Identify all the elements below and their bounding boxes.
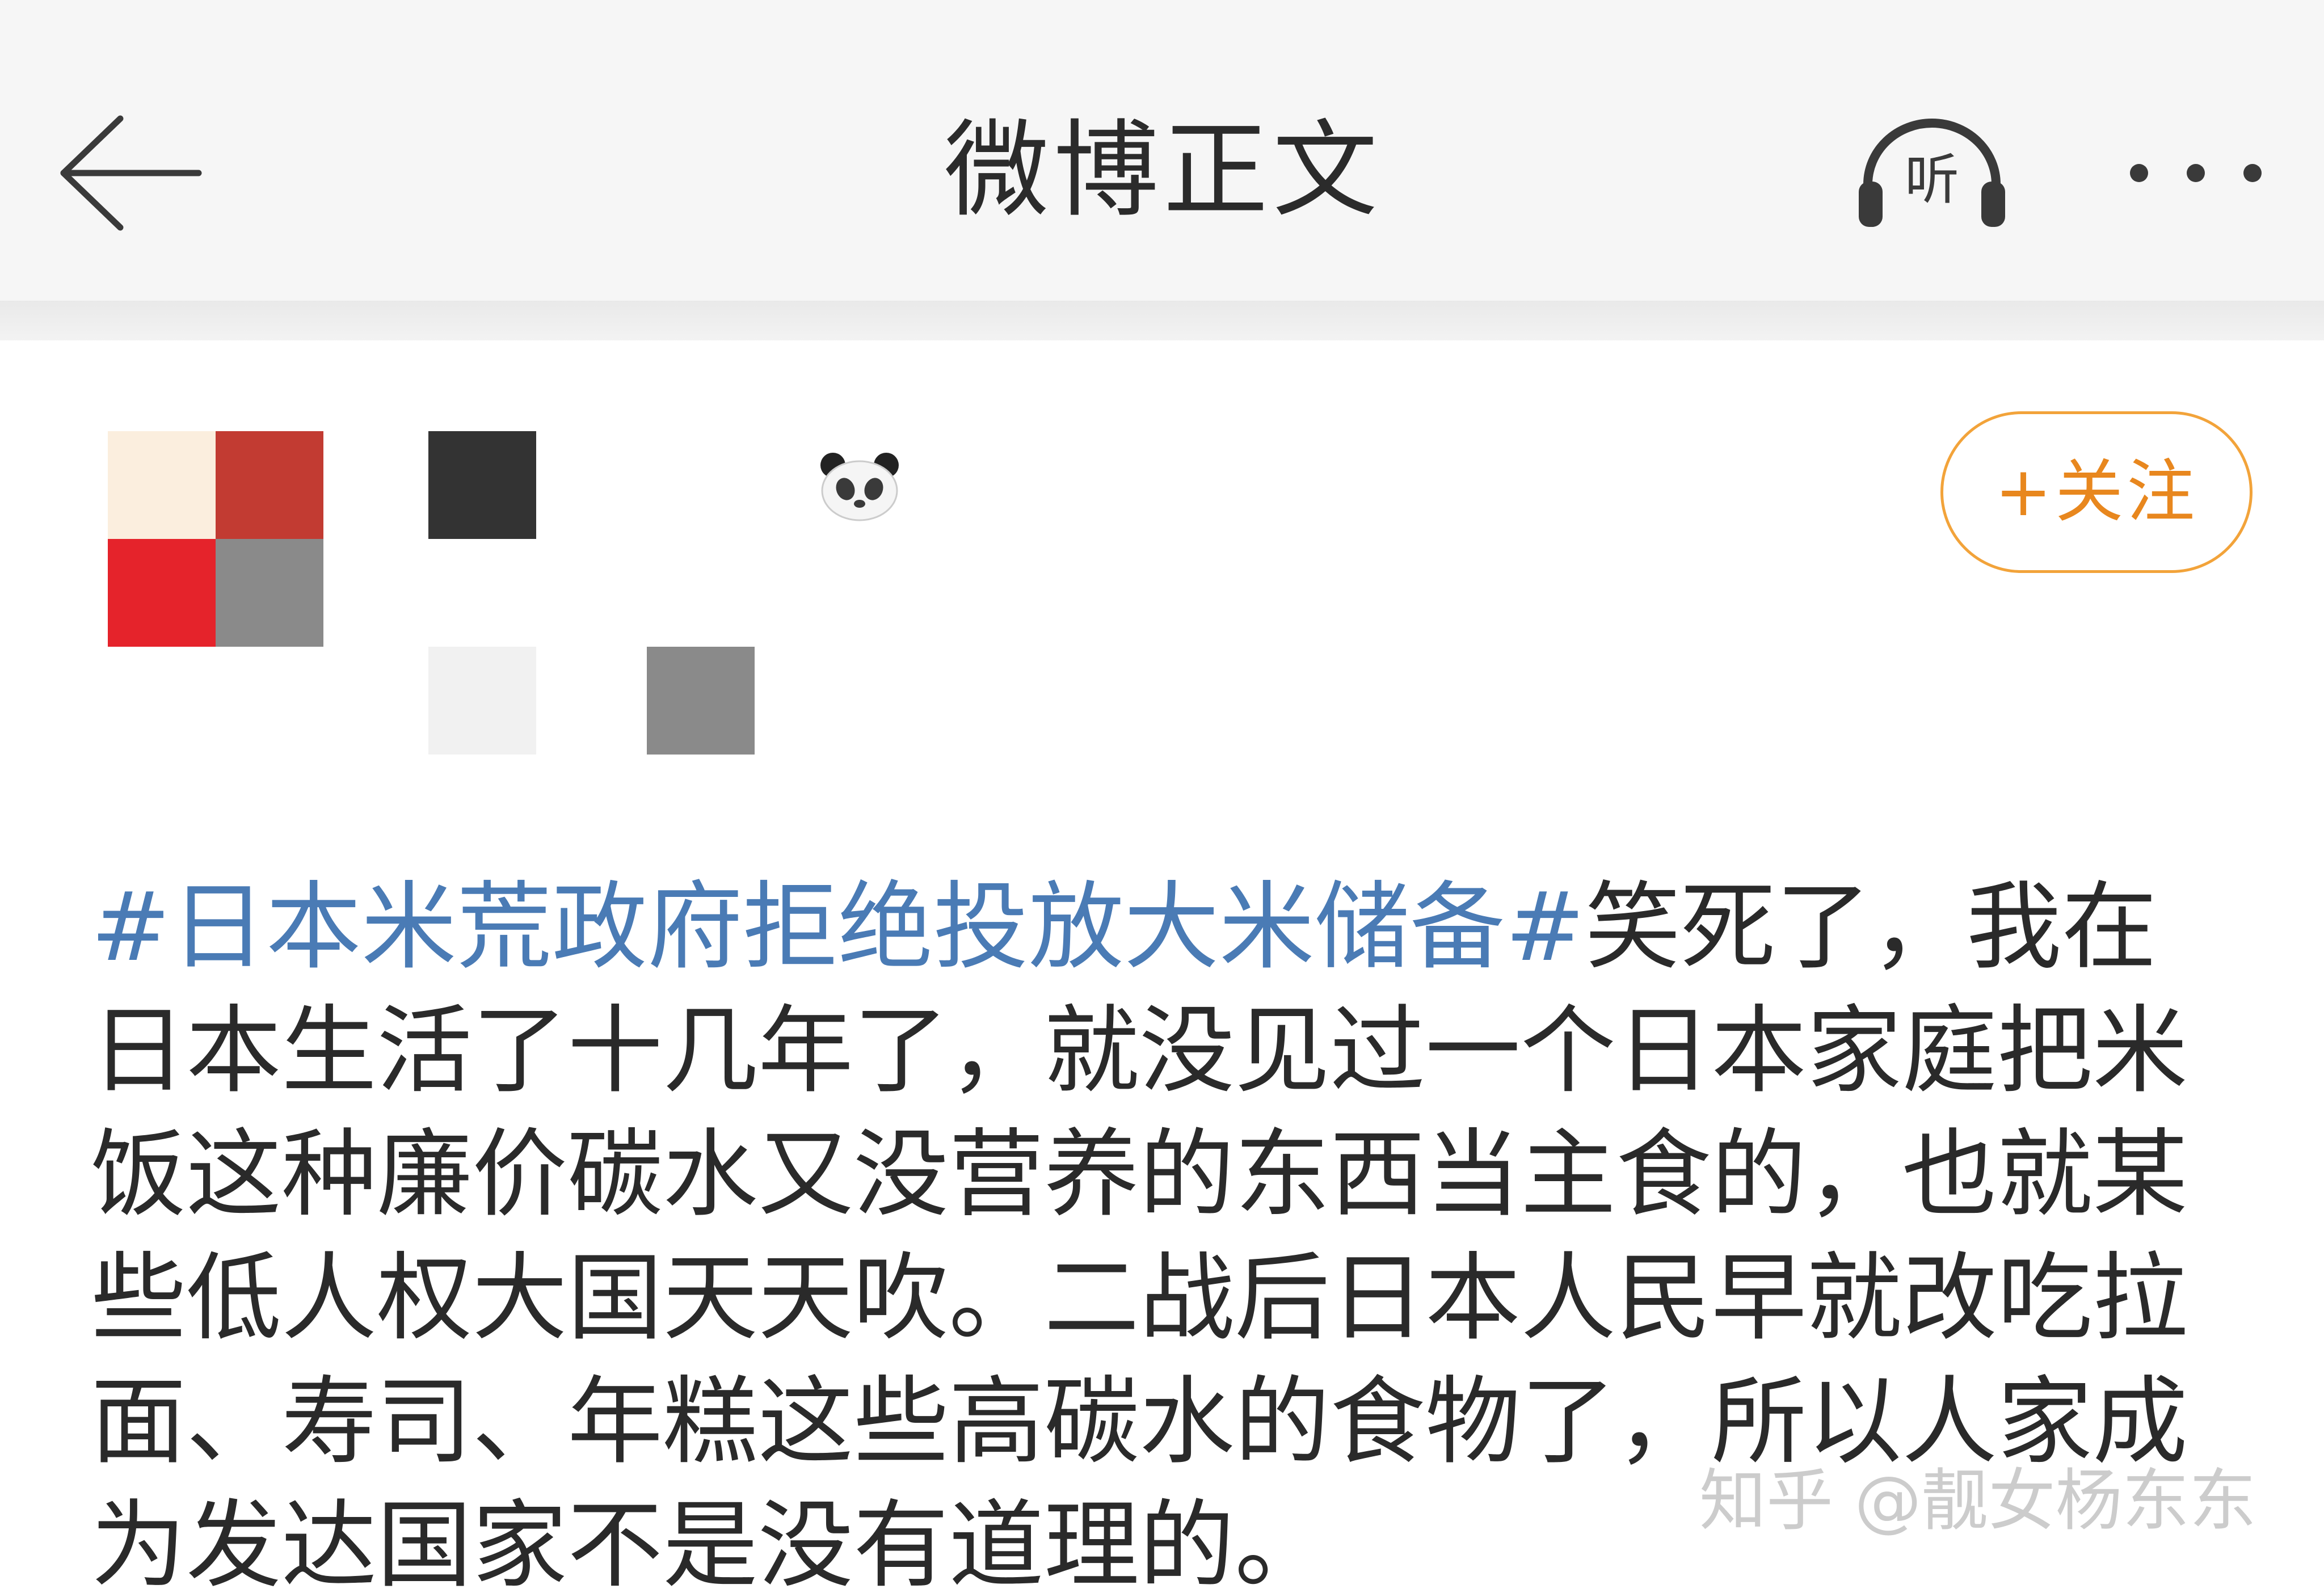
avatar-mosaic-cell [108, 431, 216, 539]
listen-label: 听 [1905, 148, 1959, 212]
watermark: 知乎 @靓女杨东东 [1699, 1461, 2256, 1540]
avatar-mosaic-cell [108, 539, 216, 647]
page-title: 微博正文 [944, 109, 1382, 231]
nav-divider [0, 301, 2324, 340]
topic-hashtag-link[interactable]: #日本米荒政府拒绝投放大米储备# [91, 871, 1585, 983]
avatar[interactable] [108, 431, 323, 647]
avatar-mosaic-cell [216, 431, 323, 539]
avatar-mosaic-cell [216, 539, 323, 647]
back-arrow-icon[interactable] [57, 111, 204, 235]
more-dots-icon[interactable] [2122, 153, 2270, 193]
username-mosaic[interactable] [428, 431, 536, 539]
panda-emoji [820, 453, 899, 521]
user-meta-mosaic [647, 647, 755, 755]
nav-bar: 微博正文 听 [0, 0, 2324, 301]
user-meta-mosaic [428, 647, 536, 755]
follow-button[interactable]: +关注 [1940, 411, 2253, 573]
weibo-post-page: 微博正文 听 +关注 #日本米荒政府拒绝投放大米储备#笑死了，我在 日本生活了十… [0, 0, 2324, 1593]
